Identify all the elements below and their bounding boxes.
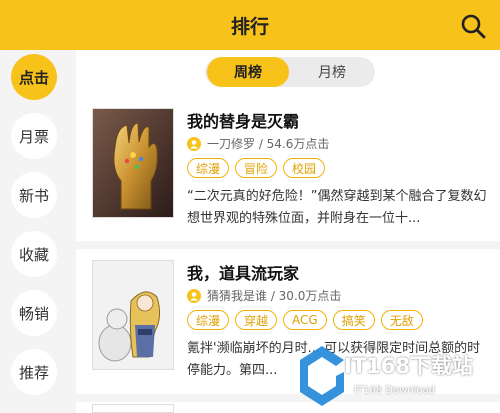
tag[interactable]: 校园 (283, 158, 326, 178)
book-description: “二次元真的好危险！”偶然穿越到某个融合了复数幻想世界观的特殊位面，并附身在一位… (187, 189, 487, 226)
sidebar-item-clicks[interactable]: 点击 (11, 54, 57, 100)
tag[interactable]: 综漫 (187, 158, 230, 178)
book-cover[interactable] (92, 108, 174, 218)
book-title[interactable]: 我，道具流玩家 (187, 260, 299, 284)
list-item[interactable]: 我，道具流玩家 猜猜我是谁 / 30.0万点击 综漫 穿越 ACG 搞笑 无敌 … (92, 260, 500, 390)
book-description: 氪拌'濒临崩坏的月时... 可以获得限定时间总额的时停能力。第四... (187, 341, 481, 378)
book-tags: 综漫 穿越 ACG 搞笑 无敌 (187, 310, 429, 330)
tag[interactable]: 冒险 (235, 158, 278, 178)
tab-weekly[interactable]: 周榜 (207, 57, 289, 87)
book-cover[interactable] (92, 260, 174, 370)
book-cover[interactable] (92, 404, 174, 413)
author-and-clicks: 猜猜我是谁 / 30.0万点击 (207, 289, 342, 303)
tab-monthly[interactable]: 月榜 (291, 57, 373, 87)
sidebar-item-recommended[interactable]: 推荐 (11, 349, 57, 395)
tag[interactable]: 搞笑 (332, 310, 375, 330)
author-and-clicks: 一刀修罗 / 54.6万点击 (207, 137, 330, 151)
sidebar-item-monthly-tickets[interactable]: 月票 (11, 113, 57, 159)
category-sidebar: 点击 月票 新书 收藏 畅销 推荐 (0, 50, 76, 413)
ranking-period-toggle: 周榜 月榜 (205, 57, 375, 87)
search-icon[interactable] (460, 13, 486, 39)
sidebar-item-bestsellers[interactable]: 畅销 (11, 290, 57, 336)
book-meta: 猜猜我是谁 / 30.0万点击 (187, 287, 341, 304)
user-icon (187, 288, 201, 303)
book-meta: 一刀修罗 / 54.6万点击 (187, 135, 329, 152)
tag[interactable]: 综漫 (187, 310, 230, 330)
top-bar: 排行 (0, 0, 500, 50)
list-item[interactable]: 我的替身是灭霸 一刀修罗 / 54.6万点击 综漫 冒险 校园 “二次元真的好危… (92, 108, 500, 228)
list-item[interactable] (92, 404, 500, 413)
tag[interactable]: ACG (283, 310, 327, 330)
page-title: 排行 (230, 16, 269, 38)
sidebar-item-favorites[interactable]: 收藏 (11, 231, 57, 277)
divider (76, 394, 500, 402)
book-tags: 综漫 冒险 校园 (187, 158, 331, 178)
book-title[interactable]: 我的替身是灭霸 (187, 108, 299, 132)
tag[interactable]: 穿越 (235, 310, 278, 330)
sidebar-item-new-books[interactable]: 新书 (11, 172, 57, 218)
tag[interactable]: 无敌 (380, 310, 423, 330)
divider (76, 241, 500, 249)
user-icon (187, 136, 201, 151)
